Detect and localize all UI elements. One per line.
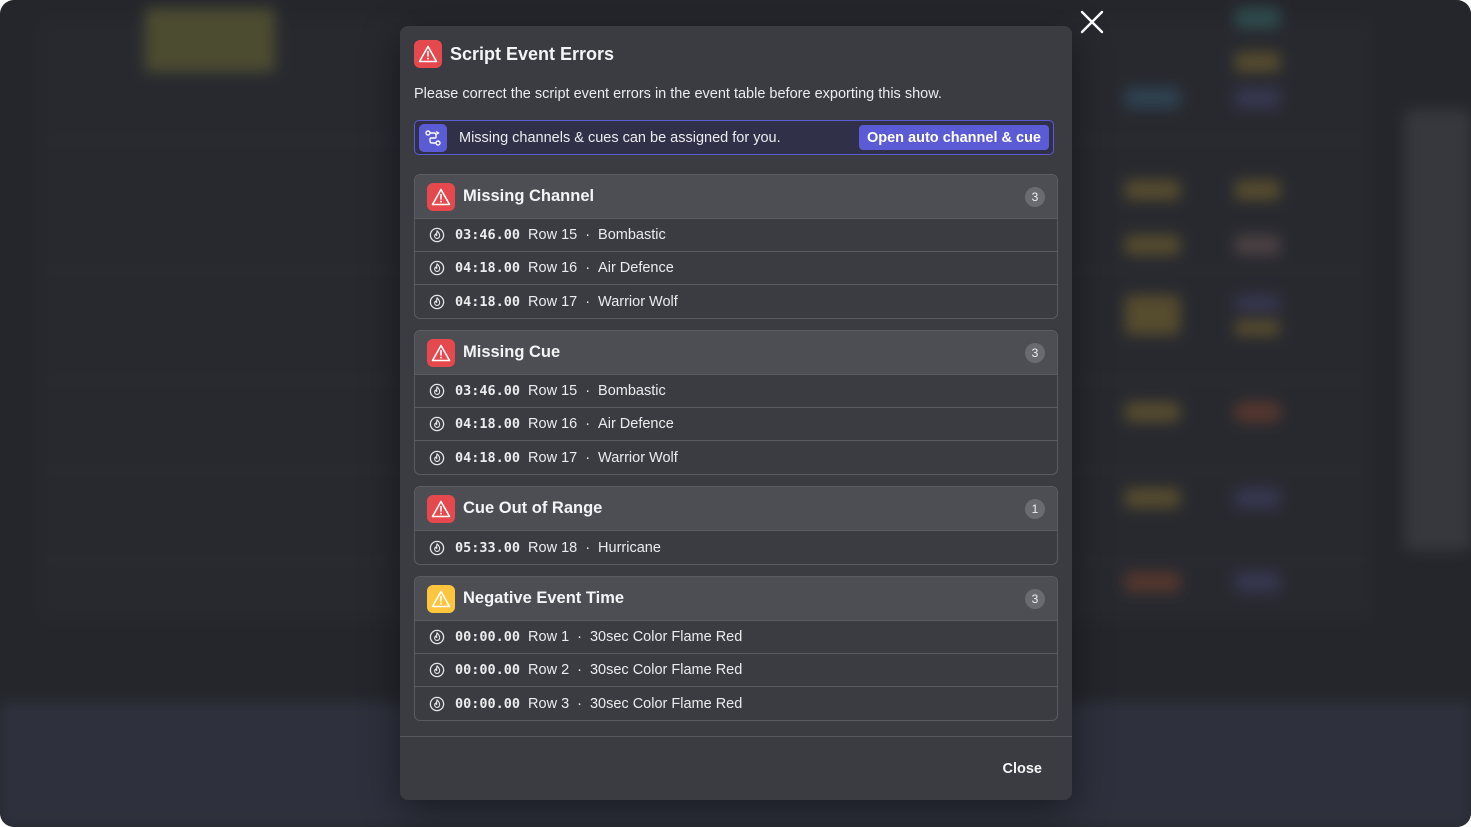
- event-time: 04:18.00: [455, 293, 521, 310]
- event-row[interactable]: 05:33.00 Row 18 · Hurricane: [415, 531, 1057, 564]
- dialog-header: Script Event Errors: [414, 40, 614, 68]
- event-time: 00:00.00: [455, 662, 521, 678]
- event-row-number: Row 1: [528, 629, 570, 645]
- firework-icon: [429, 294, 445, 310]
- error-group-header[interactable]: Negative Event Time 3: [415, 577, 1057, 621]
- error-group: Cue Out of Range 1 05:33.00 Row 18 · Hurrican…: [414, 486, 1058, 565]
- count-badge: 3: [1025, 342, 1045, 363]
- warning-icon: [427, 494, 455, 523]
- separator-dot: ·: [585, 449, 591, 466]
- event-row-number: Row 15: [528, 227, 578, 243]
- error-group: Missing Channel 3 03:46.00 Row 15 · Bombastic…: [414, 174, 1058, 319]
- firework-icon: [429, 450, 445, 466]
- error-group-header[interactable]: Cue Out of Range 1: [415, 487, 1057, 531]
- firework-icon: [429, 383, 445, 399]
- separator-dot: ·: [577, 662, 582, 678]
- event-name: Hurricane: [598, 539, 661, 556]
- event-row[interactable]: 04:18.00 Row 16 · Air Defence: [415, 408, 1057, 441]
- separator-dot: ·: [585, 293, 591, 310]
- event-name: 30sec Color Flame Red: [589, 629, 743, 645]
- event-name: 30sec Color Flame Red: [589, 662, 743, 678]
- separator-dot: ·: [577, 695, 582, 712]
- event-name: Warrior Wolf: [598, 449, 678, 466]
- error-group-header[interactable]: Missing Channel 3: [415, 175, 1057, 219]
- script-event-errors-dialog: Script Event Errors Please correct the s…: [400, 26, 1072, 800]
- firework-icon: [429, 629, 445, 645]
- event-name: Air Defence: [598, 416, 674, 432]
- auto-assign-text: Missing channels & cues can be assigned …: [459, 129, 781, 146]
- open-auto-channel-cue-button[interactable]: Open auto channel & cue: [858, 125, 1049, 150]
- auto-assign-banner: Missing channels & cues can be assigned …: [414, 120, 1054, 155]
- app-window: Script Event Errors Please correct the s…: [0, 0, 1471, 827]
- count-badge: 3: [1025, 186, 1045, 207]
- separator-dot: ·: [585, 227, 591, 243]
- event-row-number: Row 2: [528, 662, 570, 678]
- event-name: Warrior Wolf: [598, 293, 678, 310]
- count-badge: 1: [1025, 498, 1045, 519]
- warning-icon: [427, 338, 455, 367]
- event-row[interactable]: 00:00.00 Row 2 · 30sec Color Flame Red: [415, 654, 1057, 687]
- event-row-number: Row 15: [528, 383, 578, 399]
- event-row[interactable]: 00:00.00 Row 1 · 30sec Color Flame Red: [415, 621, 1057, 654]
- separator-dot: ·: [585, 539, 591, 556]
- error-group: Missing Cue 3 03:46.00 Row 15 · Bombastic 04:1…: [414, 330, 1058, 475]
- event-row-number: Row 17: [528, 293, 578, 310]
- error-group-title: Missing Cue: [463, 343, 561, 361]
- event-row[interactable]: 04:18.00 Row 16 · Air Defence: [415, 252, 1057, 285]
- separator-dot: ·: [585, 260, 591, 276]
- event-time: 04:18.00: [455, 449, 521, 466]
- event-time: 03:46.00: [455, 227, 521, 243]
- warning-icon: [414, 40, 442, 68]
- event-row-number: Row 16: [528, 260, 578, 276]
- event-time: 03:46.00: [455, 383, 521, 399]
- separator-dot: ·: [585, 416, 591, 432]
- firework-icon: [429, 662, 445, 678]
- auto-assign-icon: [419, 123, 447, 152]
- error-group-header[interactable]: Missing Cue 3: [415, 331, 1057, 375]
- event-name: Bombastic: [598, 383, 666, 399]
- dialog-footer: Close: [400, 736, 1072, 801]
- firework-icon: [429, 227, 445, 243]
- event-row[interactable]: 04:18.00 Row 17 · Warrior Wolf: [415, 285, 1057, 318]
- firework-icon: [429, 260, 445, 276]
- error-group-title: Negative Event Time: [463, 589, 625, 607]
- event-name: Bombastic: [598, 227, 666, 243]
- event-time: 04:18.00: [455, 416, 521, 432]
- event-row-number: Row 16: [528, 416, 578, 432]
- firework-icon: [429, 696, 445, 712]
- warning-icon: [427, 584, 455, 613]
- event-time: 00:00.00: [455, 629, 521, 645]
- event-time: 05:33.00: [455, 539, 521, 556]
- dialog-description: Please correct the script event errors i…: [414, 86, 942, 102]
- separator-dot: ·: [577, 629, 582, 645]
- firework-icon: [429, 416, 445, 432]
- event-name: Air Defence: [598, 260, 674, 276]
- close-button[interactable]: Close: [1003, 761, 1043, 777]
- separator-dot: ·: [585, 383, 591, 399]
- error-group-title: Missing Channel: [463, 187, 595, 205]
- error-group: Negative Event Time 3 00:00.00 Row 1 · 30sec …: [414, 576, 1058, 721]
- warning-icon: [427, 182, 455, 211]
- firework-icon: [429, 540, 445, 556]
- event-name: 30sec Color Flame Red: [589, 695, 743, 712]
- close-icon[interactable]: [1078, 8, 1106, 36]
- event-row-number: Row 17: [528, 449, 578, 466]
- event-row-number: Row 18: [528, 539, 578, 556]
- event-row-number: Row 3: [528, 695, 570, 712]
- event-time: 00:00.00: [455, 695, 521, 712]
- error-group-title: Cue Out of Range: [463, 499, 603, 517]
- event-row[interactable]: 03:46.00 Row 15 · Bombastic: [415, 375, 1057, 408]
- event-row[interactable]: 03:46.00 Row 15 · Bombastic: [415, 219, 1057, 252]
- event-time: 04:18.00: [455, 260, 521, 276]
- count-badge: 3: [1025, 588, 1045, 609]
- dialog-title: Script Event Errors: [450, 43, 615, 64]
- event-row[interactable]: 00:00.00 Row 3 · 30sec Color Flame Red: [415, 687, 1057, 720]
- event-row[interactable]: 04:18.00 Row 17 · Warrior Wolf: [415, 441, 1057, 474]
